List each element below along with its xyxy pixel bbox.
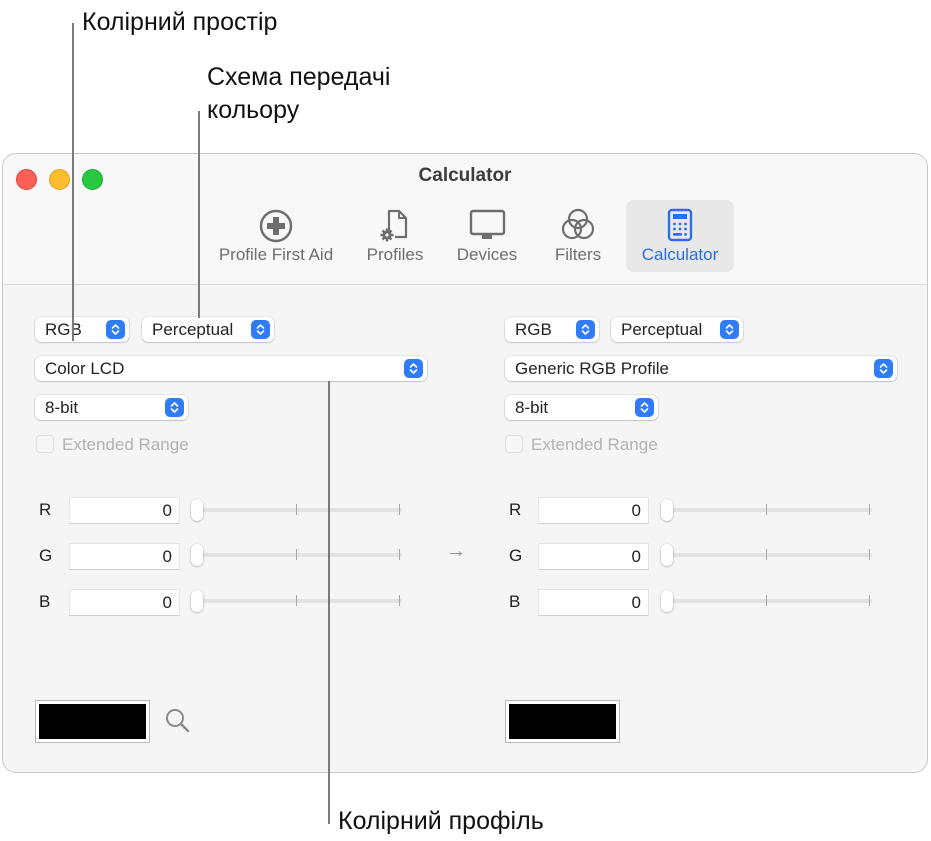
popup-value: Perceptual	[621, 320, 703, 339]
document-gear-icon	[380, 209, 408, 242]
chevron-updown-icon	[165, 398, 184, 417]
right-b-slider[interactable]	[661, 590, 872, 614]
slider-thumb[interactable]	[191, 499, 203, 521]
chevron-updown-icon	[404, 359, 423, 378]
left-g-field[interactable]: 0	[69, 543, 180, 570]
tab-label: Filters	[554, 245, 602, 264]
slider-thumb[interactable]	[191, 590, 203, 612]
channel-label-g: G	[39, 546, 53, 565]
chevron-updown-icon	[874, 359, 893, 378]
right-color-swatch	[506, 701, 619, 742]
extended-range-checkbox[interactable]	[505, 435, 523, 453]
right-intent-popup[interactable]: Perceptual	[611, 317, 743, 342]
popup-value: 8-bit	[515, 398, 549, 417]
right-color-space-popup[interactable]: RGB	[505, 317, 599, 342]
tab-label: Devices	[456, 245, 518, 264]
chevron-updown-icon	[635, 398, 654, 417]
right-r-field[interactable]: 0	[538, 497, 649, 524]
leader-line-color-profile	[328, 381, 330, 824]
slider-thumb[interactable]	[661, 544, 673, 566]
popup-value: RGB	[45, 320, 82, 339]
chevron-updown-icon	[720, 320, 739, 339]
leader-line-rendering-intent	[198, 111, 200, 318]
channel-label-b: B	[509, 592, 521, 611]
display-icon	[469, 209, 506, 239]
left-intent-popup[interactable]: Perceptual	[142, 317, 274, 342]
left-g-slider[interactable]	[191, 544, 402, 568]
channel-label-r: R	[509, 500, 522, 519]
callout-color-space: Колірний простір	[82, 8, 278, 36]
slider-thumb[interactable]	[191, 544, 203, 566]
conversion-arrow-icon: →	[446, 540, 466, 562]
chevron-updown-icon	[576, 320, 595, 339]
tab-label: Calculator	[641, 245, 719, 264]
slider-thumb[interactable]	[661, 590, 673, 612]
right-g-field[interactable]: 0	[538, 543, 649, 570]
left-profile-popup[interactable]: Color LCD	[35, 356, 427, 381]
chevron-updown-icon	[106, 320, 125, 339]
colorsync-window: Calculator Profile First Aid Profiles De…	[2, 153, 928, 773]
popup-value: Generic RGB Profile	[515, 359, 669, 378]
chevron-updown-icon	[251, 320, 270, 339]
left-color-swatch	[36, 701, 149, 742]
channel-label-r: R	[39, 500, 52, 519]
plus-circle-icon	[259, 209, 293, 243]
tab-label: Profile First Aid	[218, 245, 334, 264]
leader-line-color-space	[72, 23, 74, 341]
right-r-slider[interactable]	[661, 499, 872, 523]
tab-profiles[interactable]: Profiles	[358, 200, 432, 272]
extended-range-checkbox[interactable]	[36, 435, 54, 453]
calculator-icon	[667, 208, 693, 242]
popup-value: RGB	[515, 320, 552, 339]
titlebar: Calculator Profile First Aid Profiles De…	[3, 154, 927, 285]
right-depth-popup[interactable]: 8-bit	[505, 395, 658, 420]
overlapping-circles-icon	[561, 208, 595, 240]
channel-label-b: B	[39, 592, 51, 611]
right-b-field[interactable]: 0	[538, 589, 649, 616]
tab-profile-first-aid[interactable]: Profile First Aid	[203, 200, 349, 272]
slider-thumb[interactable]	[661, 499, 673, 521]
checkbox-label: Extended Range	[62, 435, 189, 454]
callout-color-profile: Колірний профіль	[338, 807, 544, 835]
callout-rendering-intent-line1: Схема передачі	[207, 63, 391, 91]
tab-calculator[interactable]: Calculator	[626, 200, 734, 272]
right-profile-popup[interactable]: Generic RGB Profile	[505, 356, 897, 381]
left-depth-popup[interactable]: 8-bit	[35, 395, 188, 420]
left-b-slider[interactable]	[191, 590, 402, 614]
tab-filters[interactable]: Filters	[543, 200, 613, 272]
tab-devices[interactable]: Devices	[447, 200, 527, 272]
channel-label-g: G	[509, 546, 523, 565]
right-g-slider[interactable]	[661, 544, 872, 568]
left-r-field[interactable]: 0	[69, 497, 180, 524]
magnifier-icon[interactable]	[164, 707, 192, 735]
checkbox-label: Extended Range	[531, 435, 658, 454]
left-r-slider[interactable]	[191, 499, 402, 523]
popup-value: 8-bit	[45, 398, 79, 417]
left-b-field[interactable]: 0	[69, 589, 180, 616]
window-title: Calculator	[418, 165, 512, 186]
left-color-space-popup[interactable]: RGB	[35, 317, 129, 342]
tab-label: Profiles	[366, 245, 424, 264]
popup-value: Color LCD	[45, 359, 125, 378]
callout-rendering-intent-line2: кольору	[207, 96, 300, 124]
popup-value: Perceptual	[152, 320, 234, 339]
